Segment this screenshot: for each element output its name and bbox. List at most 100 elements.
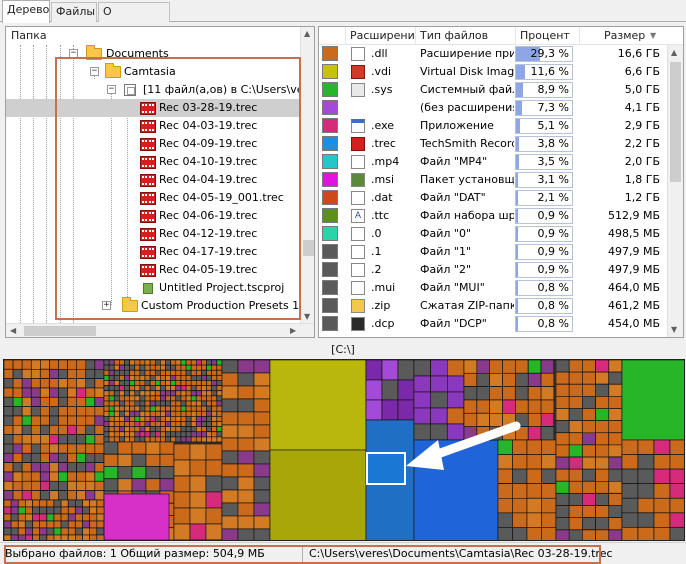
extension-row[interactable]: .2 Файл "2" 0,9 % 497,9 МБ (319, 261, 683, 279)
extension-label: .2 (371, 263, 382, 276)
dcp-file-icon (351, 317, 365, 331)
extension-column-header[interactable]: Расширение (345, 27, 415, 45)
percent-bar-fill (516, 65, 525, 79)
percent-label: 3,1 % (537, 173, 569, 186)
color-swatch (322, 64, 338, 79)
color-swatch (322, 262, 338, 277)
percent-bar: 0,8 % (515, 280, 573, 296)
extension-row[interactable]: A .ttc Файл набора шри 0,9 % 512,9 МБ (319, 207, 683, 225)
generic-file-icon (351, 263, 365, 277)
percent-bar: 0,8 % (515, 316, 573, 332)
extension-row[interactable]: .dat Файл "DAT" 2,1 % 1,2 ГБ (319, 189, 683, 207)
extension-list-pane: Расширение Тип файлов Процент Размер ▼ .… (318, 26, 684, 338)
percent-label: 29,3 % (530, 47, 569, 60)
percent-bar-fill (516, 209, 518, 223)
percent-bar: 0,9 % (515, 208, 573, 224)
folder-column-header[interactable]: Папка (6, 27, 306, 45)
color-swatch (322, 244, 338, 259)
color-swatch (322, 316, 338, 331)
disk-treemap[interactable] (3, 359, 685, 541)
extension-row[interactable]: .trec TechSmith Recordi 3,8 % 2,2 ГБ (319, 135, 683, 153)
file-type-label: Файл "MP4" (420, 155, 488, 168)
extension-label: .exe (371, 119, 395, 132)
extension-row[interactable]: .mui Файл "MUI" 0,8 % 464,0 МБ (319, 279, 683, 297)
file-type-label: Сжатая ZIP-папка (420, 299, 514, 312)
extension-row[interactable]: .dll Расширение прил 29,3 % 16,6 ГБ (319, 45, 683, 63)
extension-row[interactable]: .exe Приложение 5,1 % 2,9 ГБ (319, 117, 683, 135)
size-label: 2,9 ГБ (624, 119, 660, 132)
generic-file-icon (351, 245, 365, 259)
generic-file-icon (351, 281, 365, 295)
scroll-down-icon[interactable]: ▼ (671, 325, 677, 335)
extension-row[interactable]: .0 Файл "0" 0,9 % 498,5 МБ (319, 225, 683, 243)
percent-label: 8,9 % (537, 83, 569, 96)
percent-bar: 7,3 % (515, 100, 573, 116)
size-label: 498,5 МБ (607, 227, 660, 240)
tree-hscroll-thumb[interactable] (24, 326, 96, 336)
percent-bar: 0,9 % (515, 262, 573, 278)
percent-label: 0,9 % (537, 245, 569, 258)
msi-file-icon (351, 173, 365, 187)
color-swatch (322, 154, 338, 169)
scroll-up-icon[interactable]: ▲ (304, 29, 310, 39)
treemap-path-label: [C:\] (331, 343, 355, 356)
percent-bar-fill (516, 119, 520, 133)
file-type-label: Файл "1" (420, 245, 472, 258)
view-tabs: Дерево Файлы О программе (0, 0, 686, 36)
extension-row[interactable]: .msi Пакет установщ 3,1 % 1,8 ГБ (319, 171, 683, 189)
tree-vertical-scrollbar[interactable] (300, 27, 314, 323)
generic-file-icon (351, 227, 365, 241)
extension-row[interactable]: (без расширения) 7,3 % 4,1 ГБ (319, 99, 683, 117)
percent-label: 0,8 % (537, 281, 569, 294)
extension-row[interactable]: .sys Системный файл 8,9 % 5,0 ГБ (319, 81, 683, 99)
size-header-label: Размер (604, 29, 646, 42)
extension-label: .ttc (371, 209, 390, 222)
tab-about[interactable]: О программе (98, 2, 170, 36)
dll-file-icon (351, 47, 365, 61)
extension-label: .mui (371, 281, 396, 294)
list-scroll-thumb[interactable] (670, 62, 681, 182)
color-swatch (322, 190, 338, 205)
color-swatch (322, 136, 338, 151)
extension-label: .dll (371, 47, 388, 60)
scroll-left-icon[interactable]: ◀ (10, 326, 16, 336)
percent-bar: 11,6 % (515, 64, 573, 80)
exe-file-icon (351, 119, 365, 133)
color-swatch (322, 118, 338, 133)
percent-bar-fill (516, 101, 522, 115)
file-type-label: TechSmith Recordi (420, 137, 514, 150)
extension-row[interactable]: .vdi Virtual Disk Image 11,6 % 6,6 ГБ (319, 63, 683, 81)
file-type-label: Файл "MUI" (420, 281, 485, 294)
percent-label: 0,9 % (537, 209, 569, 222)
color-column-header[interactable] (319, 27, 345, 45)
zip-file-icon (351, 299, 365, 313)
tab-tree[interactable]: Дерево (2, 0, 50, 23)
percent-bar-fill (516, 317, 518, 331)
extension-row[interactable]: .dcp Файл "DCP" 0,8 % 454,0 МБ (319, 315, 683, 333)
extension-row[interactable]: .mp4 Файл "MP4" 3,5 % 2,0 ГБ (319, 153, 683, 171)
sort-down-icon: ▼ (650, 31, 657, 40)
percent-column-header[interactable]: Процент (515, 27, 579, 45)
sys-file-icon (351, 83, 365, 97)
percent-label: 0,8 % (537, 299, 569, 312)
color-swatch (322, 82, 338, 97)
percent-bar-fill (516, 263, 518, 277)
extension-row[interactable]: .1 Файл "1" 0,9 % 497,9 МБ (319, 243, 683, 261)
extension-label: .zip (371, 299, 391, 312)
extension-row[interactable]: .zip Сжатая ZIP-папка 0,8 % 461,2 МБ (319, 297, 683, 315)
scroll-right-icon[interactable]: ▶ (290, 326, 296, 336)
percent-bar: 2,1 % (515, 190, 573, 206)
file-type-label: Файл "2" (420, 263, 472, 276)
type-column-header[interactable]: Тип файлов (415, 27, 515, 45)
size-column-header[interactable]: Размер ▼ (579, 27, 667, 45)
size-label: 461,2 МБ (607, 299, 660, 312)
percent-bar: 5,1 % (515, 118, 573, 134)
tree-scroll-thumb[interactable] (303, 240, 314, 256)
percent-bar: 0,9 % (515, 226, 573, 242)
color-swatch (322, 280, 338, 295)
scroll-down-icon[interactable]: ▼ (304, 312, 310, 322)
percent-label: 0,9 % (537, 263, 569, 276)
color-swatch (322, 46, 338, 61)
scroll-up-icon[interactable]: ▲ (671, 48, 677, 58)
tab-files[interactable]: Файлы (51, 2, 97, 22)
